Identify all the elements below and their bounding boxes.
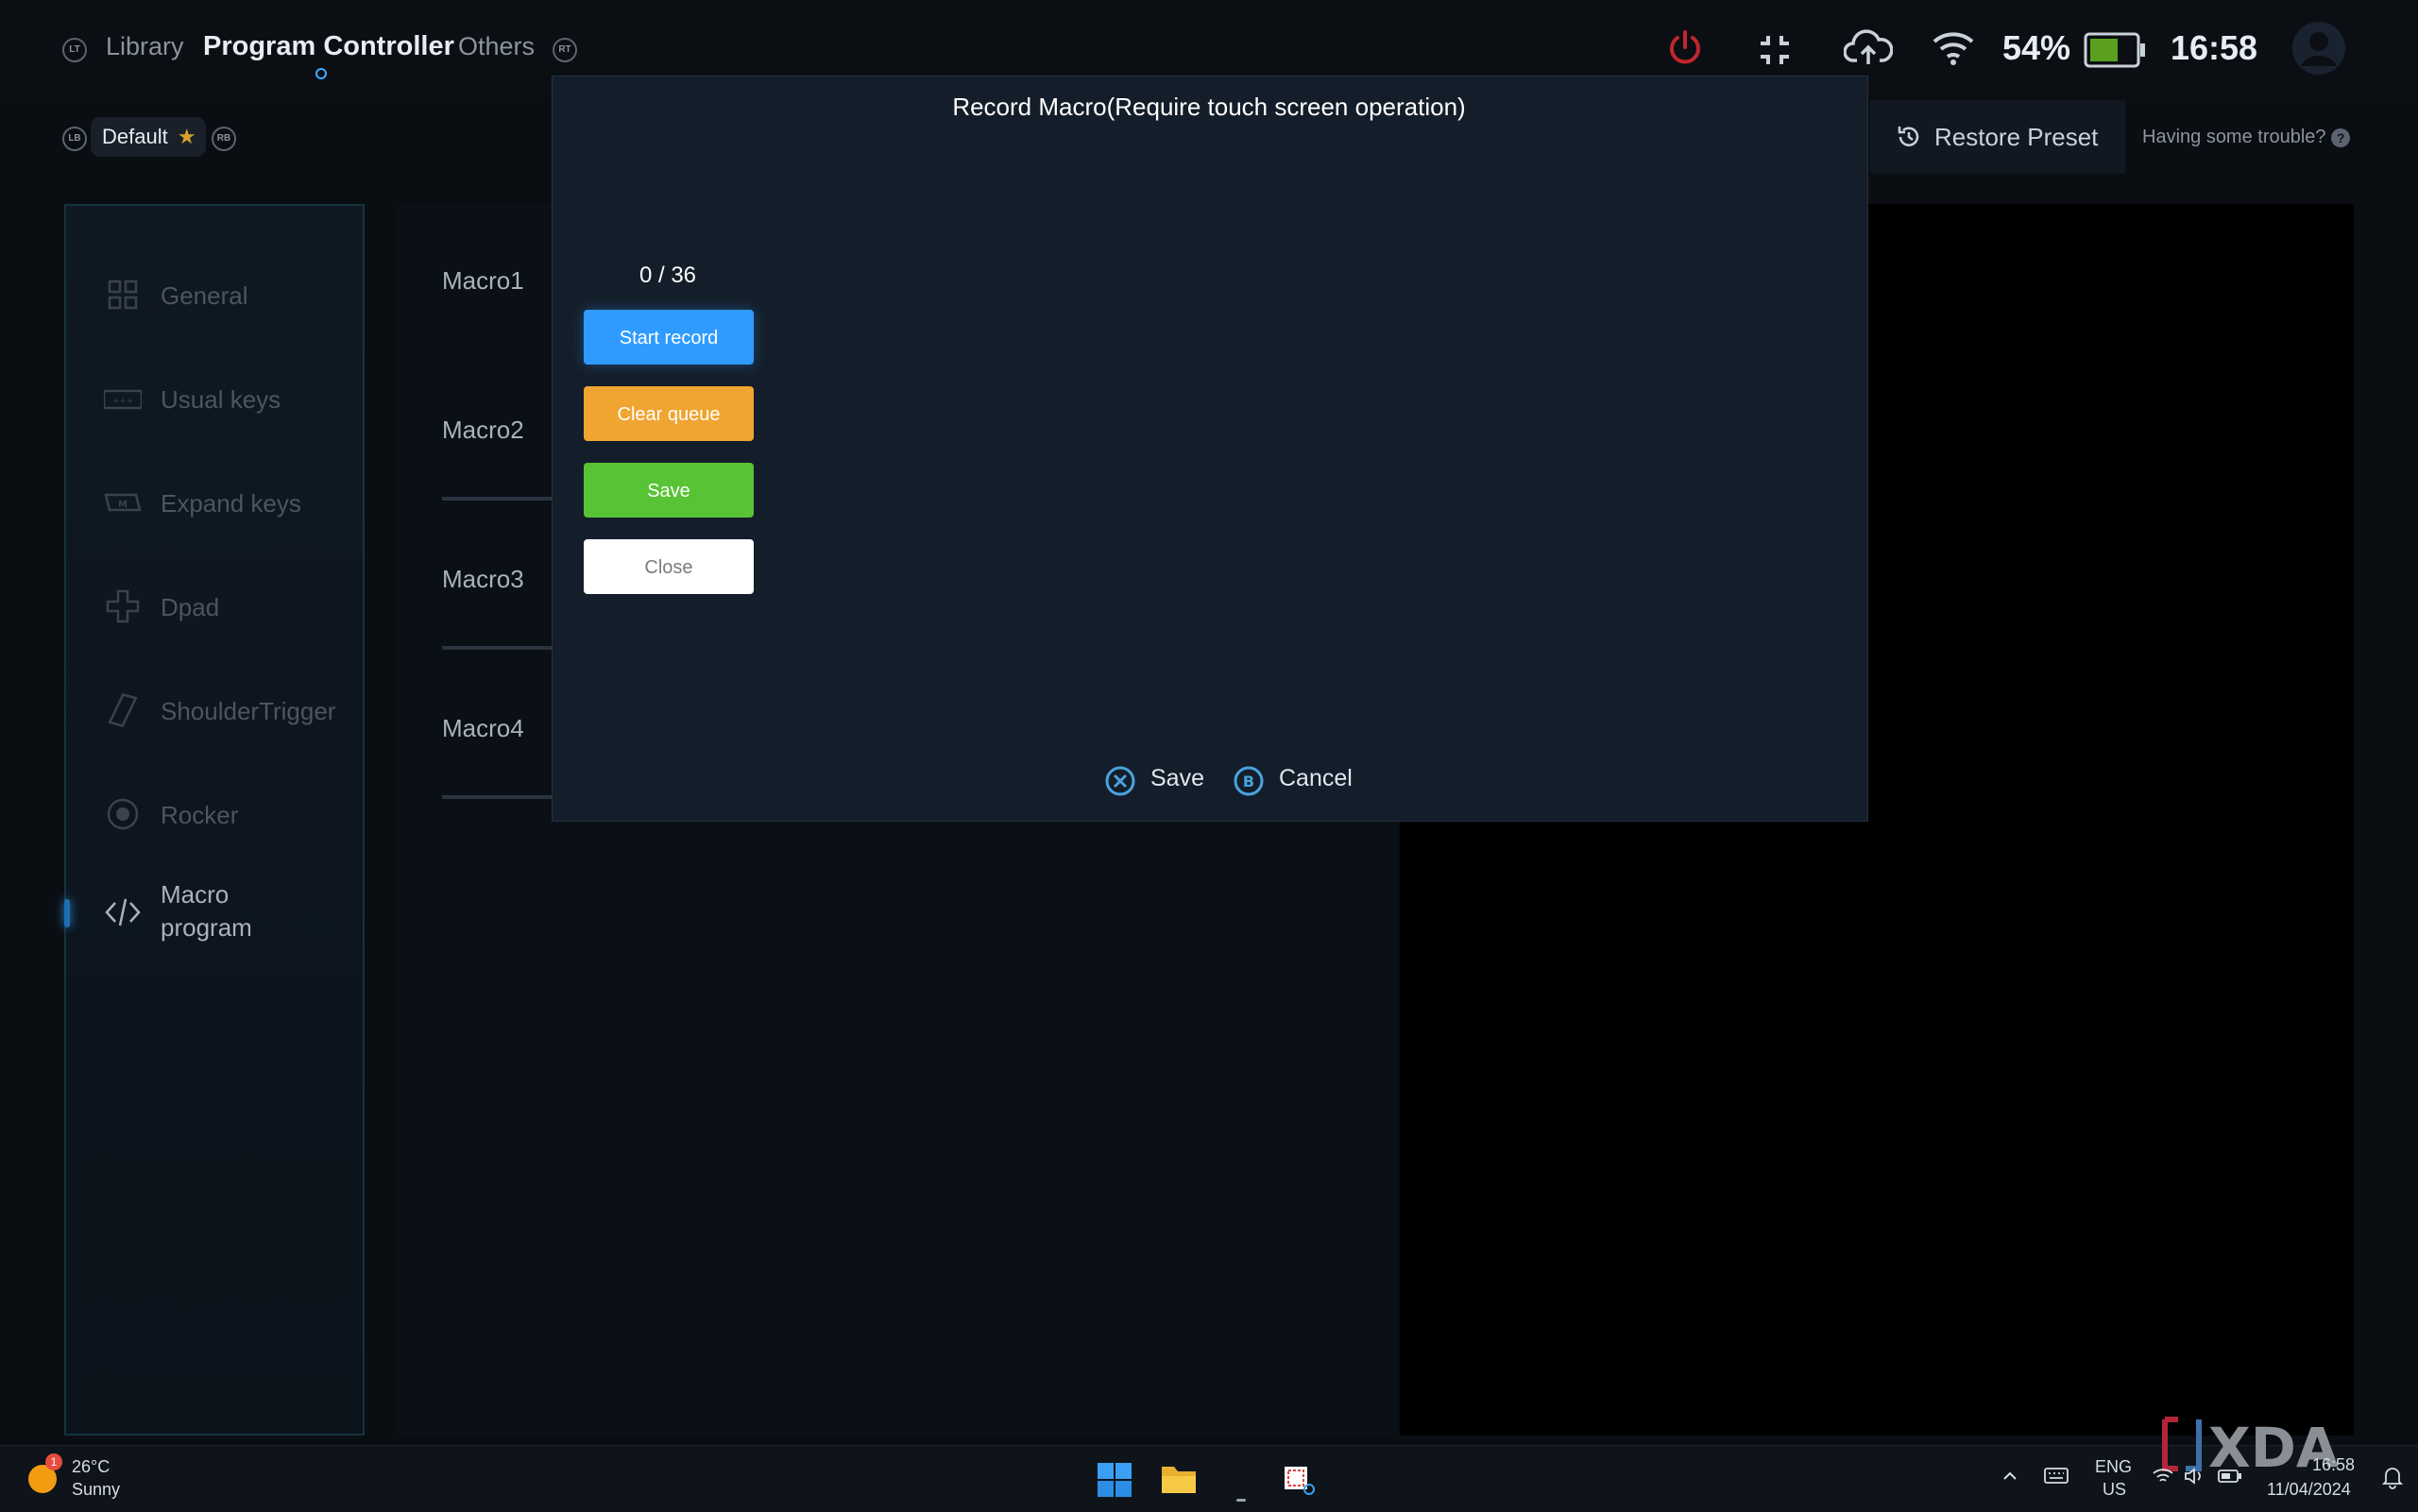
tab-others[interactable]: Others <box>458 32 535 61</box>
macro-label-4[interactable]: Macro4 <box>442 714 524 743</box>
sidebar-item-label: Dpad <box>161 593 220 621</box>
sidebar-item-shoulder-trigger[interactable]: ShoulderTrigger <box>66 674 365 750</box>
language-top[interactable]: ENG <box>2095 1457 2132 1477</box>
keyboard-icon: +++ <box>102 380 144 417</box>
m-key-icon: M <box>104 484 142 521</box>
sidebar-item-rocker[interactable]: Rocker <box>66 778 365 854</box>
sidebar-item-label: General <box>161 281 248 310</box>
joystick-icon <box>104 795 142 833</box>
clear-queue-button[interactable]: Clear queue <box>584 386 754 441</box>
footer-save-action[interactable]: Save <box>1150 765 1204 792</box>
rb-bumper-hint: RB <box>212 127 236 151</box>
battery-percent: 54% <box>2002 28 2071 67</box>
clock: 16:58 <box>2171 28 2258 67</box>
restore-preset-label: Restore Preset <box>1934 123 2099 151</box>
sidebar-item-dpad[interactable]: Dpad <box>66 570 365 646</box>
sidebar-item-label: Usual keys <box>161 385 281 414</box>
help-link[interactable]: Having some trouble? ? <box>2142 127 2351 148</box>
chevron-up-icon[interactable] <box>2001 1467 2019 1490</box>
weather-badge: 1 <box>45 1453 62 1470</box>
svg-text:B: B <box>1243 773 1254 790</box>
sidebar-item-usual-keys[interactable]: +++ Usual keys <box>66 363 365 438</box>
dpad-icon <box>104 587 142 625</box>
help-label: Having some trouble? <box>2142 127 2326 147</box>
tab-library[interactable]: Library <box>106 32 184 61</box>
active-tab-indicator <box>315 68 327 79</box>
power-icon[interactable] <box>1666 28 1704 68</box>
collapse-icon[interactable] <box>1757 32 1793 68</box>
svg-text:M: M <box>118 500 128 510</box>
sidebar-item-label: Macro program <box>161 880 252 942</box>
footer-cancel-action[interactable]: Cancel <box>1279 765 1353 792</box>
macro-label-3[interactable]: Macro3 <box>442 565 524 594</box>
preset-label: Default <box>102 125 168 148</box>
battery-tray-icon[interactable] <box>2218 1469 2242 1488</box>
sidebar-item-label: Expand keys <box>161 489 301 518</box>
restore-icon <box>1895 123 1923 151</box>
b-button-icon: B <box>1234 766 1264 796</box>
sidebar: General +++ Usual keys M Expand keys Dpa… <box>64 204 365 1436</box>
star-icon: ★ <box>177 125 196 148</box>
sidebar-item-label: Rocker <box>161 801 239 829</box>
lt-bumper-hint: LT <box>62 38 87 62</box>
wifi-tray-icon[interactable] <box>2152 1467 2174 1490</box>
sidebar-item-general[interactable]: General <box>66 259 365 334</box>
macro-divider <box>442 646 555 650</box>
avatar[interactable] <box>2291 21 2346 76</box>
language-bottom[interactable]: US <box>2103 1480 2126 1500</box>
weather-desc: Sunny <box>72 1480 121 1499</box>
snipping-tool-icon[interactable] <box>1283 1463 1317 1502</box>
macro-label-2[interactable]: Macro2 <box>442 416 524 445</box>
sidebar-item-expand-keys[interactable]: M Expand keys <box>66 467 365 542</box>
trigger-icon <box>104 691 142 729</box>
wifi-icon <box>1931 28 1976 66</box>
taskbar-time[interactable]: 16:58 <box>2312 1455 2355 1475</box>
macro-divider <box>442 795 555 799</box>
question-icon: ? <box>2331 128 2351 147</box>
taskbar-indicator <box>1236 1499 1246 1502</box>
record-counter: 0 / 36 <box>639 263 697 288</box>
lb-bumper-hint: LB <box>62 127 87 151</box>
preset-selector[interactable]: Default ★ <box>91 117 206 157</box>
sidebar-item-label: ShoulderTrigger <box>161 697 336 725</box>
tab-program-controller[interactable]: Program Controller <box>203 31 454 62</box>
sidebar-item-macro-program[interactable]: Macro program <box>64 861 365 965</box>
volume-icon[interactable] <box>2184 1467 2206 1490</box>
x-button-icon <box>1105 766 1135 796</box>
record-macro-dialog <box>552 76 1868 822</box>
macro-label-1[interactable]: Macro1 <box>442 266 524 296</box>
start-record-button[interactable]: Start record <box>584 310 754 365</box>
dialog-title: Record Macro(Require touch screen operat… <box>952 93 1466 121</box>
active-indicator <box>64 899 70 927</box>
save-button[interactable]: Save <box>584 463 754 518</box>
taskbar-date[interactable]: 11/04/2024 <box>2267 1480 2351 1500</box>
notification-bell-icon[interactable] <box>2381 1465 2404 1494</box>
svg-text:+++: +++ <box>112 397 134 406</box>
grid-icon <box>104 276 142 314</box>
close-button[interactable]: Close <box>584 539 754 594</box>
rt-trigger-hint: RT <box>553 38 577 62</box>
file-explorer-icon[interactable] <box>1160 1463 1198 1500</box>
touch-keyboard-icon[interactable] <box>2044 1465 2069 1490</box>
taskbar: 1 26°C Sunny XDA ENG US 16:58 11/04/2024 <box>0 1416 2418 1512</box>
macro-divider <box>442 497 555 501</box>
code-icon <box>104 893 142 931</box>
windows-start-icon[interactable] <box>1098 1463 1132 1502</box>
battery-icon <box>2084 32 2146 68</box>
cloud-upload-icon[interactable] <box>1844 26 1893 68</box>
weather-temp: 26°C <box>72 1457 111 1476</box>
